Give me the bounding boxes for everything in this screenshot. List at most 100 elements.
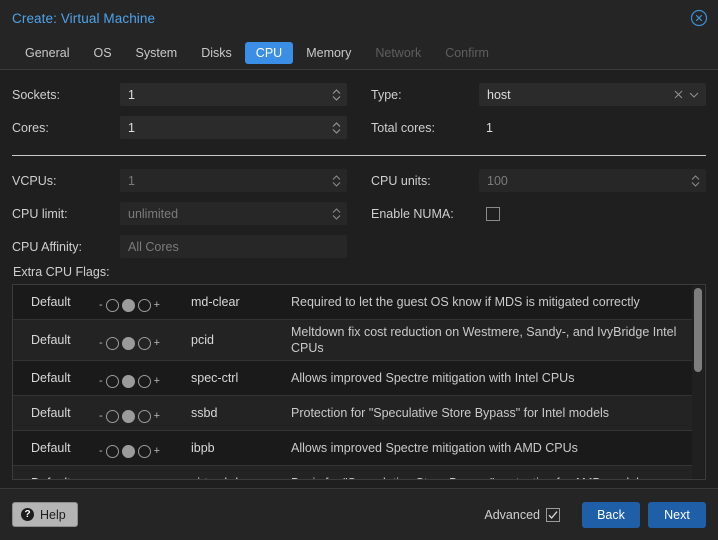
table-row[interactable]: Default-+pcidMeltdown fix cost reduction… — [13, 320, 692, 361]
window-title: Create: Virtual Machine — [12, 11, 155, 26]
field-total-cores: Total cores: 1 — [371, 113, 706, 142]
flag-name: virt-ssbd — [191, 476, 291, 479]
flag-tristate-control[interactable]: -+ — [99, 404, 191, 423]
plus-sign: + — [154, 375, 160, 387]
tab-disks[interactable]: Disks — [190, 42, 243, 64]
settings-bottom-grid: VCPUs: 1 CPU limit: unlimited — [12, 166, 706, 265]
field-cores: Cores: 1 — [12, 113, 347, 142]
spinner-icon[interactable] — [331, 87, 342, 103]
advanced-column-left: VCPUs: 1 CPU limit: unlimited — [12, 166, 359, 265]
cpu-limit-input[interactable]: unlimited — [120, 202, 347, 225]
cpu-units-value: 100 — [487, 174, 690, 188]
spinner-icon[interactable] — [331, 173, 342, 189]
cpu-limit-value: unlimited — [128, 207, 331, 221]
flag-radio-option[interactable] — [138, 299, 151, 312]
advanced-checkbox[interactable] — [546, 508, 560, 522]
field-cpu-limit: CPU limit: unlimited — [12, 199, 347, 228]
minus-sign: - — [99, 337, 103, 349]
flag-description: Basis for "Speculative Store Bypass" pro… — [291, 475, 692, 479]
enable-numa-label: Enable NUMA: — [371, 207, 479, 221]
flag-radio-option[interactable] — [122, 299, 135, 312]
advanced-label: Advanced — [484, 508, 540, 522]
cpu-affinity-value: All Cores — [128, 240, 342, 254]
flag-state-label: Default — [13, 476, 99, 479]
minus-sign: - — [99, 375, 103, 387]
flag-radio-option[interactable] — [122, 410, 135, 423]
field-cpu-units: CPU units: 100 — [371, 166, 706, 195]
advanced-column-right: CPU units: 100 Enable NUMA: — [359, 166, 706, 265]
table-row[interactable]: Default-+ssbdProtection for "Speculative… — [13, 396, 692, 431]
flag-tristate-control[interactable]: -+ — [99, 293, 191, 312]
flag-state-label: Default — [13, 441, 99, 455]
tab-system[interactable]: System — [125, 42, 189, 64]
flag-radio-option[interactable] — [106, 445, 119, 458]
window-title-bar: Create: Virtual Machine — [0, 0, 718, 36]
field-enable-numa: Enable NUMA: — [371, 199, 706, 228]
enable-numa-checkbox[interactable] — [486, 207, 500, 221]
flag-description: Protection for "Speculative Store Bypass… — [291, 405, 692, 421]
sockets-input[interactable]: 1 — [120, 83, 347, 106]
cpu-units-input[interactable]: 100 — [479, 169, 706, 192]
flag-radio-option[interactable] — [138, 410, 151, 423]
tab-general[interactable]: General — [14, 42, 80, 64]
spinner-icon[interactable] — [331, 120, 342, 136]
field-vcpus: VCPUs: 1 — [12, 166, 347, 195]
flag-radio-option[interactable] — [138, 375, 151, 388]
back-button[interactable]: Back — [582, 502, 640, 528]
table-row[interactable]: Default-+virt-ssbdBasis for "Speculative… — [13, 466, 692, 479]
tab-os[interactable]: OS — [82, 42, 122, 64]
flag-radio-option[interactable] — [122, 375, 135, 388]
flag-tristate-control[interactable]: -+ — [99, 439, 191, 458]
total-cores-value: 1 — [479, 121, 706, 135]
flag-description: Required to let the guest OS know if MDS… — [291, 294, 692, 310]
minus-sign: - — [99, 410, 103, 422]
flag-radio-option[interactable] — [106, 410, 119, 423]
table-row[interactable]: Default-+ibpbAllows improved Spectre mit… — [13, 431, 692, 466]
flag-tristate-control[interactable]: -+ — [99, 474, 191, 480]
extra-cpu-flags-label: Extra CPU Flags: — [13, 265, 706, 279]
cpu-affinity-input[interactable]: All Cores — [120, 235, 347, 258]
tab-cpu[interactable]: CPU — [245, 42, 293, 64]
table-row[interactable]: Default-+md-clearRequired to let the gue… — [13, 285, 692, 320]
tab-confirm: Confirm — [434, 42, 500, 64]
vcpus-value: 1 — [128, 174, 331, 188]
flag-name: md-clear — [191, 295, 291, 309]
close-circle-icon[interactable] — [690, 9, 708, 27]
section-divider — [12, 155, 706, 156]
tab-memory[interactable]: Memory — [295, 42, 362, 64]
flag-radio-option[interactable] — [106, 299, 119, 312]
cpu-settings-panel: Sockets: 1 Cores: 1 — [0, 70, 718, 488]
vcpus-input[interactable]: 1 — [120, 169, 347, 192]
plus-sign: + — [154, 337, 160, 349]
flag-state-label: Default — [13, 295, 99, 309]
flag-tristate-control[interactable]: -+ — [99, 369, 191, 388]
clear-x-icon[interactable] — [672, 88, 685, 101]
vcpus-label: VCPUs: — [12, 174, 120, 188]
question-mark-icon: ? — [21, 508, 34, 521]
flag-radio-option[interactable] — [106, 375, 119, 388]
settings-column-right: Type: host Total cores: 1 — [359, 80, 706, 146]
flags-rows-container: Default-+md-clearRequired to let the gue… — [13, 285, 692, 479]
flag-radio-option[interactable] — [122, 445, 135, 458]
type-value: host — [487, 88, 670, 102]
extra-cpu-flags-table: Default-+md-clearRequired to let the gue… — [12, 284, 706, 480]
flag-tristate-control[interactable]: -+ — [99, 331, 191, 350]
field-sockets: Sockets: 1 — [12, 80, 347, 109]
table-row[interactable]: Default-+spec-ctrlAllows improved Spectr… — [13, 361, 692, 396]
flags-scrollbar-track[interactable] — [692, 286, 704, 478]
spinner-icon[interactable] — [690, 173, 701, 189]
help-button[interactable]: ? Help — [12, 502, 78, 527]
flags-scrollbar-thumb[interactable] — [694, 288, 702, 372]
spinner-icon[interactable] — [331, 206, 342, 222]
help-button-label: Help — [40, 508, 66, 522]
cores-label: Cores: — [12, 121, 120, 135]
flag-radio-option[interactable] — [122, 337, 135, 350]
flag-radio-option[interactable] — [138, 337, 151, 350]
next-button[interactable]: Next — [648, 502, 706, 528]
flag-radio-option[interactable] — [138, 445, 151, 458]
flag-radio-option[interactable] — [106, 337, 119, 350]
type-combobox[interactable]: host — [479, 83, 706, 106]
cores-input[interactable]: 1 — [120, 116, 347, 139]
flag-state-label: Default — [13, 371, 99, 385]
chevron-down-icon[interactable] — [687, 88, 701, 101]
